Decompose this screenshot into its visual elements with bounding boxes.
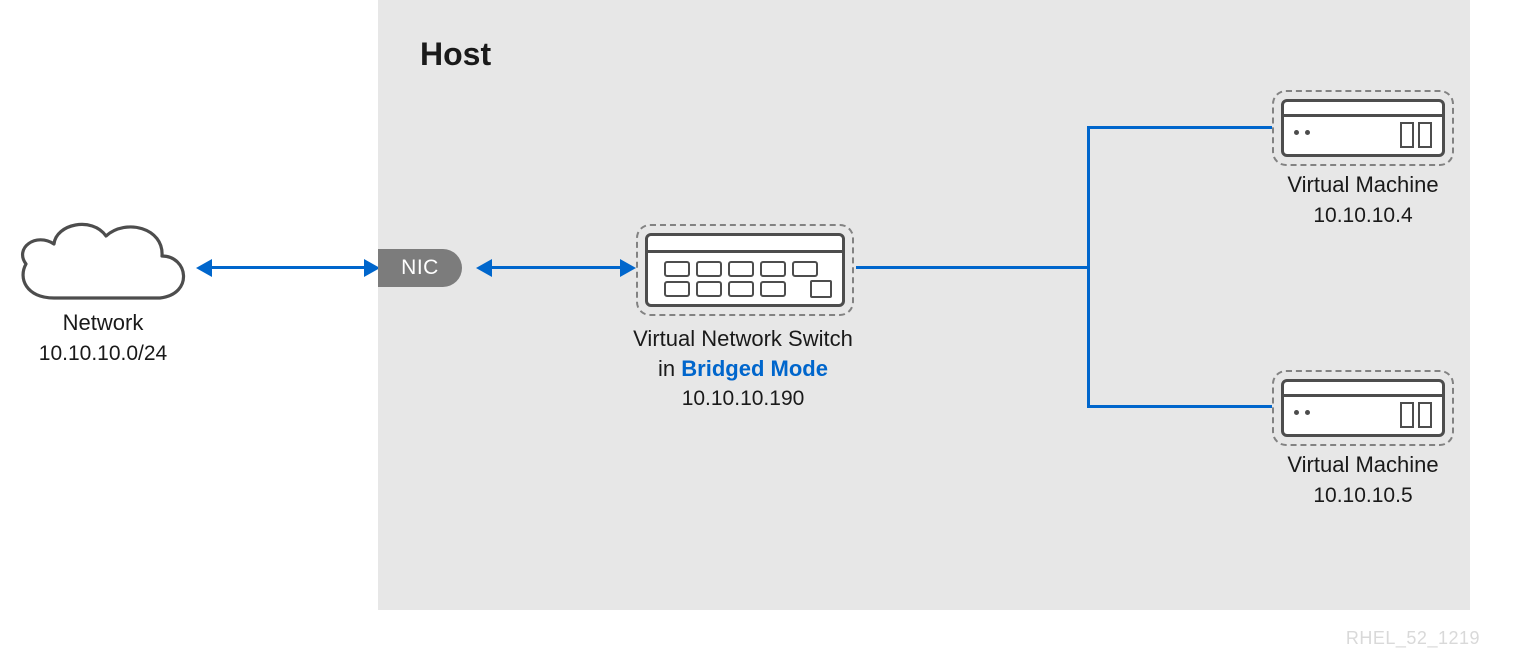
arrowhead-left-icon <box>196 259 212 277</box>
virtual-switch-labels: Virtual Network Switch in Bridged Mode 1… <box>576 324 910 411</box>
arrowhead-right-icon <box>620 259 636 277</box>
link-branch-vm1 <box>1087 126 1272 129</box>
vm1-label: Virtual Machine <box>1268 170 1458 200</box>
vm1-ip: 10.10.10.4 <box>1268 204 1458 228</box>
diagram-code: RHEL_52_1219 <box>1346 628 1480 649</box>
vm2-ip: 10.10.10.5 <box>1268 484 1458 508</box>
nic-label: NIC <box>378 249 462 287</box>
vm1-icon <box>1272 90 1454 166</box>
host-title: Host <box>420 36 491 73</box>
switch-ip: 10.10.10.190 <box>576 387 910 411</box>
link-nic-switch <box>492 266 620 269</box>
link-cloud-nic <box>212 266 364 269</box>
cloud-icon <box>14 212 192 306</box>
switch-label-line1: Virtual Network Switch <box>633 326 853 351</box>
network-labels: Network 10.10.10.0/24 <box>0 308 206 366</box>
network-cidr: 10.10.10.0/24 <box>0 342 206 366</box>
switch-mode-highlight: Bridged Mode <box>681 356 828 381</box>
link-branch-vm2 <box>1087 405 1272 408</box>
link-vertical-branch <box>1087 126 1090 408</box>
vm1-labels: Virtual Machine 10.10.10.4 <box>1268 170 1458 228</box>
network-label: Network <box>0 308 206 338</box>
vm2-label: Virtual Machine <box>1268 450 1458 480</box>
vm2-icon <box>1272 370 1454 446</box>
vm2-labels: Virtual Machine 10.10.10.5 <box>1268 450 1458 508</box>
virtual-switch-icon <box>636 224 854 316</box>
switch-label-prefix: in <box>658 356 681 381</box>
link-switch-junction <box>856 266 1090 269</box>
diagram-canvas: Host Network 10.10.10.0/24 NIC Vi <box>0 0 1520 653</box>
arrowhead-left-icon <box>476 259 492 277</box>
